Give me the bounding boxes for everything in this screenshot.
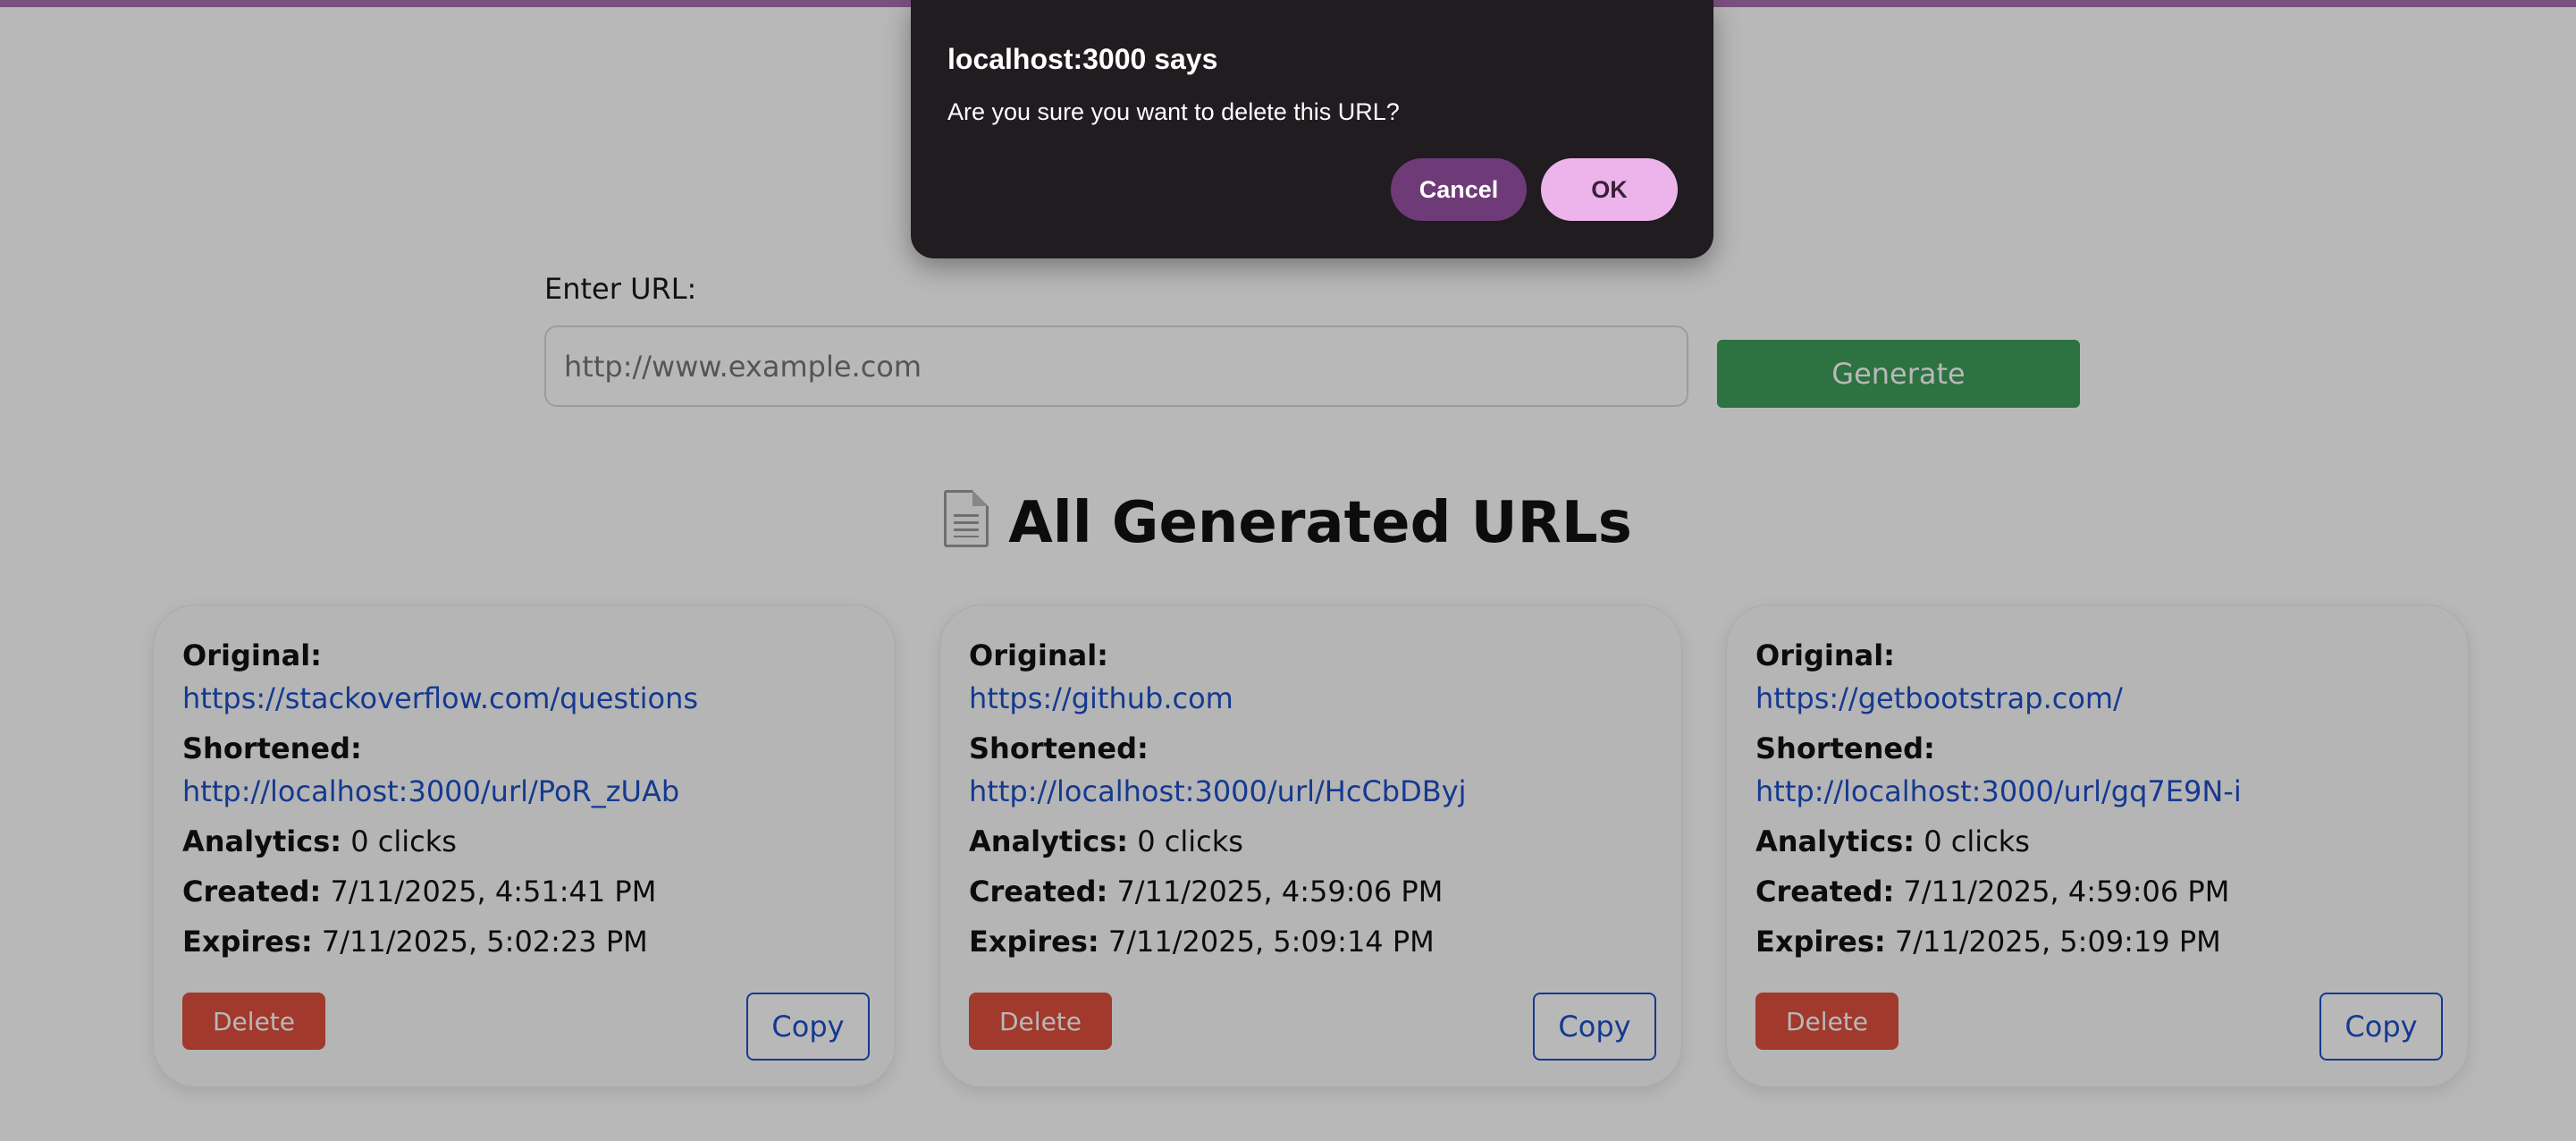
confirm-dialog: localhost:3000 says Are you sure you wan… [911,0,1713,258]
dialog-ok-button[interactable]: OK [1541,158,1678,221]
dialog-message: Are you sure you want to delete this URL… [947,98,1400,125]
dialog-title: localhost:3000 says [947,43,1218,75]
dialog-cancel-button[interactable]: Cancel [1391,158,1527,221]
